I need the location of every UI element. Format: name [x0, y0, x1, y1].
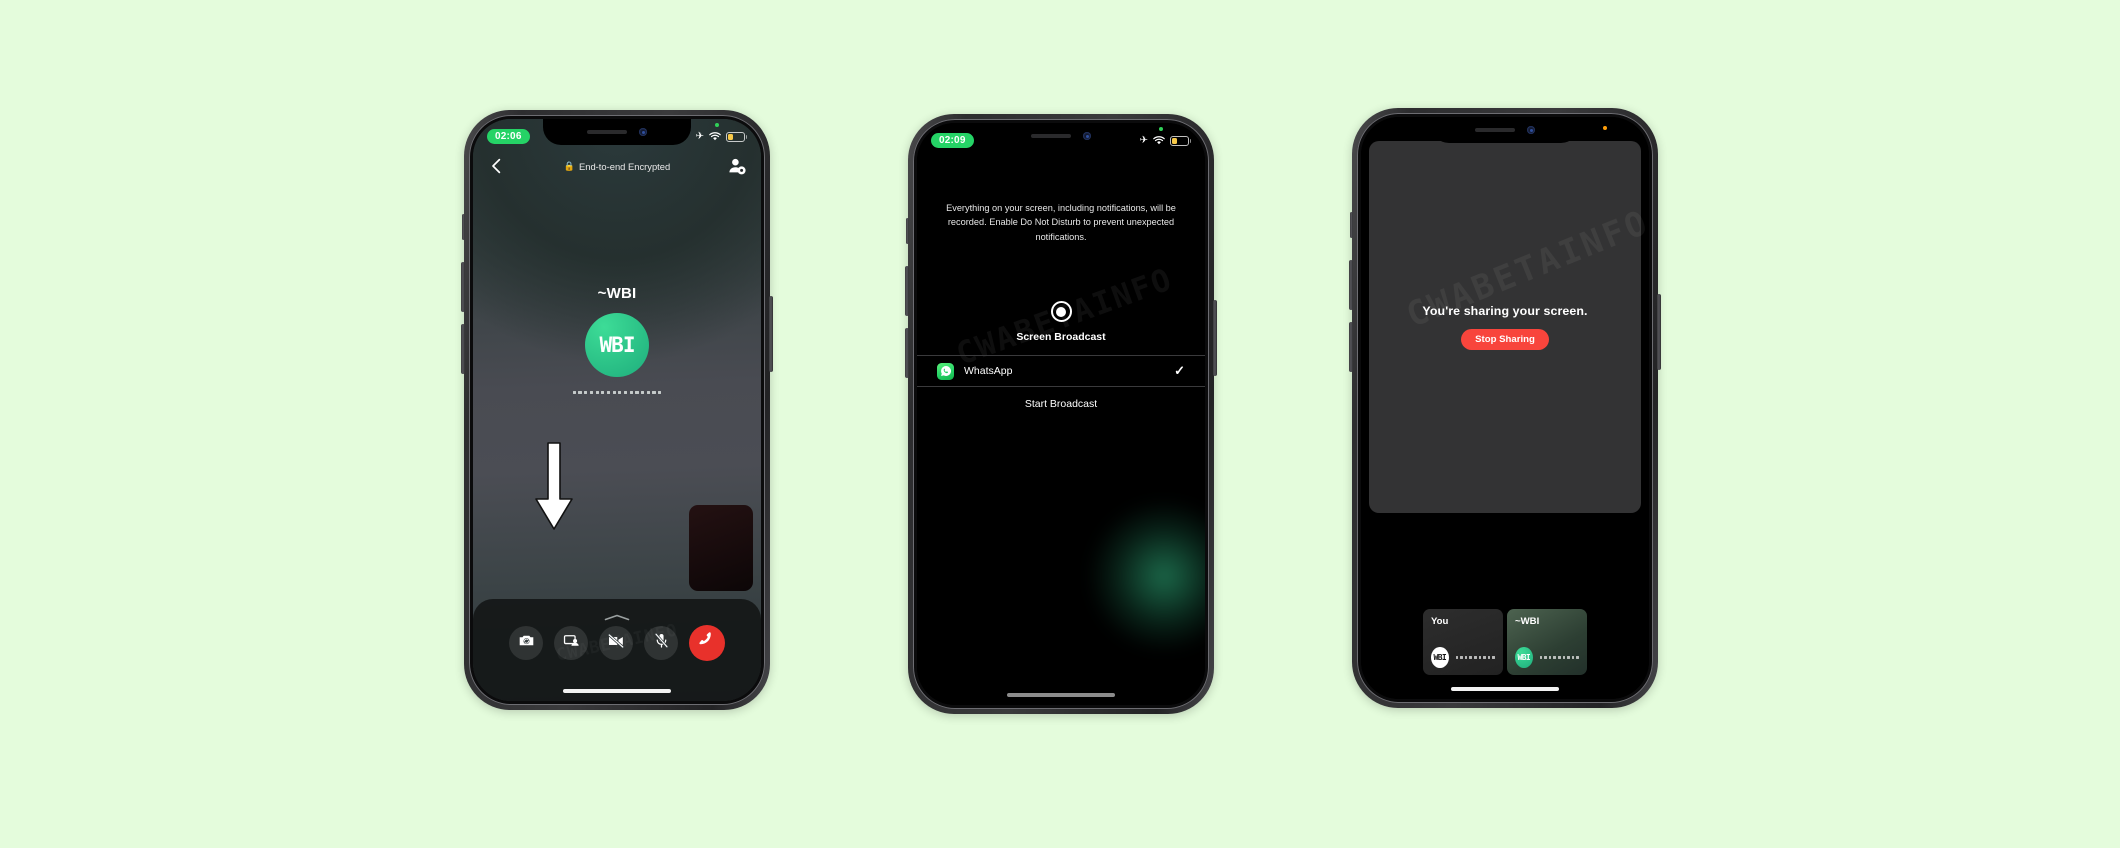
record-circle-icon-wrap — [917, 301, 1205, 322]
phone-mockup-sharing-screen: CWABETAINFO You're sharing your screen. … — [1349, 108, 1661, 708]
tile-name: You — [1431, 616, 1449, 627]
wifi-icon — [1153, 136, 1165, 145]
phone-bezel: CWABETAINFO You're sharing your screen. … — [1357, 113, 1653, 703]
record-circle-icon — [1050, 301, 1072, 322]
checkmark-icon: ✓ — [1174, 363, 1185, 378]
mute-mic-button[interactable] — [644, 626, 678, 660]
power-button[interactable] — [1213, 300, 1217, 376]
battery-low-icon — [726, 131, 748, 142]
volume-down-button[interactable] — [1349, 322, 1353, 372]
call-toolbar: CWABETAINFO — [473, 599, 761, 701]
microphone-muted-icon — [653, 632, 670, 654]
phone-mockup-broadcast-picker: 02:09 ✈ Everything on your screen, inclu… — [905, 114, 1217, 714]
page-root: 02:06 ✈ 🔒 End-to-end Encrypted ~WBI WBI … — [0, 0, 2120, 848]
tile-footer: WBI — [1515, 647, 1579, 668]
power-button[interactable] — [769, 296, 773, 372]
airplane-mode-icon: ✈ — [1139, 134, 1148, 146]
avatar: WBI — [1431, 647, 1449, 668]
participant-tile-you[interactable]: You WBI — [1423, 609, 1503, 675]
start-broadcast-button[interactable]: Start Broadcast — [917, 398, 1205, 410]
callee-info: ~WBI WBI — [473, 285, 761, 395]
participant-tile-peer[interactable]: ~WBI WBI — [1507, 609, 1587, 675]
redacted-status-dots — [1455, 656, 1495, 659]
flip-camera-button[interactable] — [509, 626, 543, 660]
screen-share-icon — [563, 632, 580, 654]
home-indicator[interactable] — [1451, 687, 1559, 691]
volume-down-button[interactable] — [461, 324, 465, 374]
status-time: 02:06 — [487, 129, 530, 144]
tile-name: ~WBI — [1515, 616, 1540, 627]
airplane-mode-icon: ✈ — [695, 130, 704, 142]
phone-bezel: 02:09 ✈ Everything on your screen, inclu… — [913, 119, 1209, 709]
screen-broadcast-panel: Screen Broadcast WhatsApp ✓ Start Broadc… — [917, 301, 1205, 410]
status-icons: ✈ — [695, 122, 748, 142]
avatar: WBI — [1515, 647, 1533, 668]
status-time: 02:09 — [931, 133, 974, 148]
green-recording-indicator — [1159, 126, 1163, 131]
back-chevron-icon[interactable] — [487, 156, 507, 176]
avatar: WBI — [585, 313, 649, 377]
phone1-screen: 02:06 ✈ 🔒 End-to-end Encrypted ~WBI WBI — [473, 119, 761, 701]
redacted-status-dots — [572, 391, 662, 395]
encryption-label: 🔒 End-to-end Encrypted — [507, 161, 727, 172]
end-call-button[interactable] — [689, 625, 725, 661]
callee-name: ~WBI — [597, 285, 637, 302]
phone-mockup-call-screen: 02:06 ✈ 🔒 End-to-end Encrypted ~WBI WBI — [461, 110, 773, 710]
status-icons: ✈ — [1139, 126, 1192, 146]
camera-flip-icon — [518, 632, 535, 654]
down-arrow-annotation — [528, 441, 580, 538]
green-recording-indicator — [715, 122, 719, 127]
phone1-status-bar: 02:06 ✈ — [473, 119, 761, 149]
wifi-icon — [709, 132, 721, 141]
silent-switch[interactable] — [462, 214, 465, 240]
shared-screen-surface: CWABETAINFO You're sharing your screen. … — [1369, 141, 1649, 513]
phone3-status-bar — [1361, 117, 1649, 147]
broadcast-title: Screen Broadcast — [1016, 331, 1106, 343]
self-video-thumbnail[interactable] — [689, 505, 753, 591]
add-participant-icon[interactable] — [727, 156, 747, 176]
volume-up-button[interactable] — [1349, 260, 1353, 310]
home-indicator[interactable] — [563, 689, 671, 693]
share-screen-button[interactable] — [554, 626, 588, 660]
participant-tiles: You WBI ~WBI WBI — [1361, 609, 1649, 675]
redacted-status-dots — [1539, 656, 1579, 659]
volume-up-button[interactable] — [905, 266, 909, 316]
volume-up-button[interactable] — [461, 262, 465, 312]
avatar-initials: WBI — [599, 333, 636, 357]
sharing-message: You're sharing your screen. — [1422, 304, 1588, 318]
silent-switch[interactable] — [906, 218, 909, 244]
phone-hangup-icon — [698, 631, 717, 655]
battery-low-icon — [1170, 135, 1192, 146]
broadcast-app-name: WhatsApp — [964, 365, 1013, 377]
phone2-screen: 02:09 ✈ Everything on your screen, inclu… — [917, 123, 1205, 705]
encryption-text: End-to-end Encrypted — [579, 160, 671, 172]
phone2-status-bar: 02:09 ✈ — [917, 123, 1205, 153]
tile-footer: WBI — [1431, 647, 1495, 668]
video-camera-off-icon — [607, 632, 625, 655]
home-indicator[interactable] — [1007, 693, 1115, 697]
whatsapp-icon — [937, 362, 954, 380]
volume-down-button[interactable] — [905, 328, 909, 378]
orange-privacy-indicator — [1603, 125, 1607, 130]
call-header: 🔒 End-to-end Encrypted — [473, 149, 761, 183]
call-controls — [473, 625, 761, 661]
recording-notice: Everything on your screen, including not… — [946, 203, 1176, 242]
drag-handle[interactable] — [604, 608, 630, 621]
power-button[interactable] — [1657, 294, 1661, 370]
video-off-button[interactable] — [599, 626, 633, 660]
stop-sharing-button[interactable]: Stop Sharing — [1461, 329, 1549, 350]
lock-icon: 🔒 — [563, 160, 575, 171]
broadcast-app-row[interactable]: WhatsApp ✓ — [917, 355, 1205, 387]
phone3-screen: CWABETAINFO You're sharing your screen. … — [1361, 117, 1649, 699]
phone-bezel: 02:06 ✈ 🔒 End-to-end Encrypted ~WBI WBI — [469, 115, 765, 705]
silent-switch[interactable] — [1350, 212, 1353, 238]
